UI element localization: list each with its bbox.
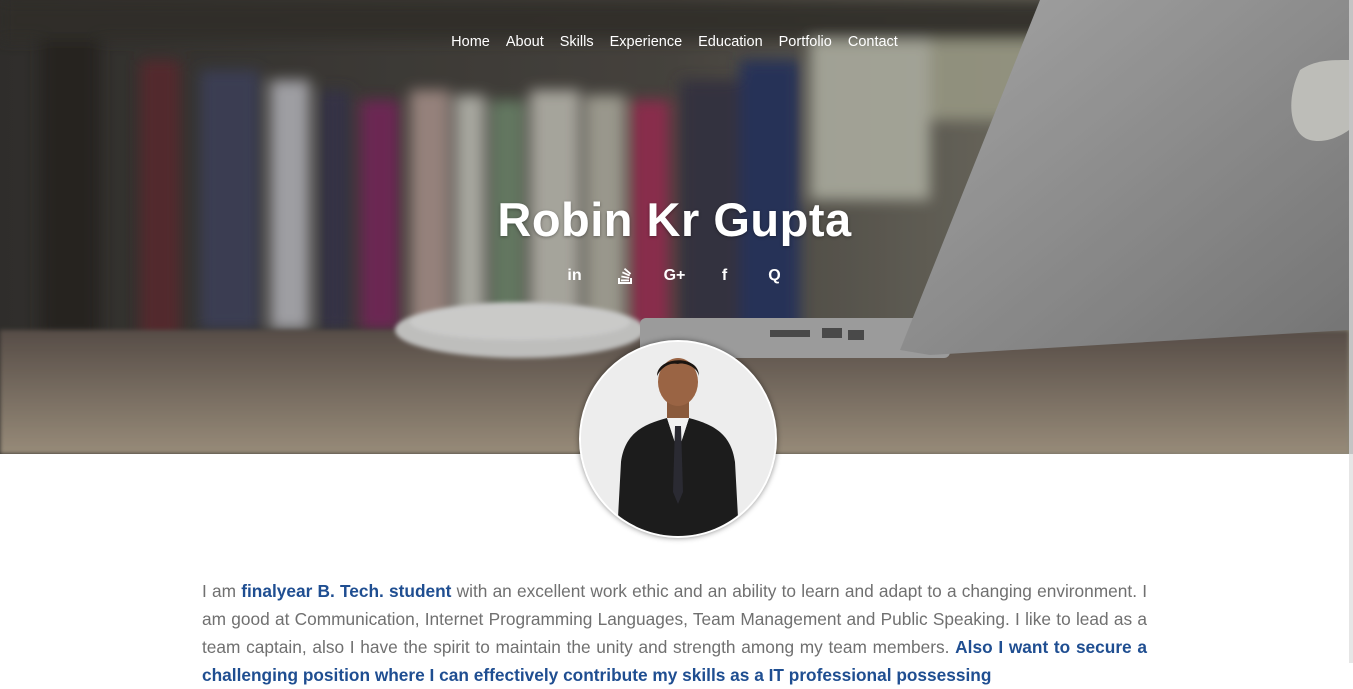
scrollbar[interactable]: [1349, 0, 1353, 663]
profile-photo: [581, 342, 775, 536]
main-nav: Home About Skills Experience Education P…: [0, 32, 1349, 52]
stackoverflow-glyph: [617, 268, 632, 284]
bio-text-intro: I am: [202, 581, 242, 602]
bio-highlight-student: finalyear B. Tech. student: [241, 581, 452, 602]
nav-skills-link[interactable]: Skills: [560, 32, 594, 52]
quora-icon[interactable]: Q: [762, 264, 788, 288]
nav-education-link[interactable]: Education: [698, 32, 763, 52]
nav-contact-link[interactable]: Contact: [848, 32, 898, 52]
nav-home-link[interactable]: Home: [451, 32, 490, 52]
profile-name: Robin Kr Gupta: [497, 193, 852, 246]
nav-about-link[interactable]: About: [506, 32, 544, 52]
nav-experience-link[interactable]: Experience: [610, 32, 683, 52]
stackoverflow-icon[interactable]: [612, 264, 638, 288]
scrollbar-thumb[interactable]: [1349, 0, 1353, 454]
facebook-icon[interactable]: f: [712, 264, 738, 288]
linkedin-icon[interactable]: in: [562, 264, 588, 288]
social-links: in G+ f Q: [0, 264, 1349, 288]
profile-avatar: [579, 340, 777, 538]
nav-portfolio-link[interactable]: Portfolio: [779, 32, 832, 52]
google-plus-icon[interactable]: G+: [662, 264, 688, 288]
about-bio: I am finalyear B. Tech. student with an …: [202, 577, 1147, 689]
